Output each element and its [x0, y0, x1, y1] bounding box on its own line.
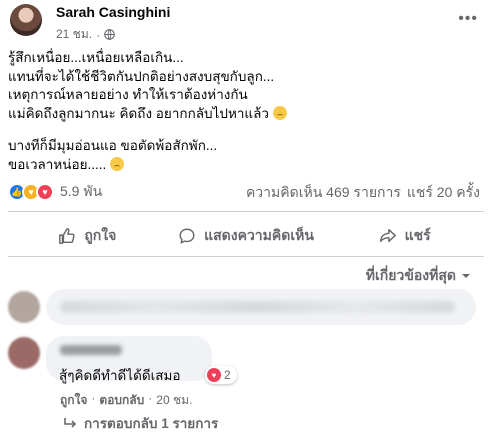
- comment-text: สู้ๆคิดดีทำดีได้ดีเสมอ: [59, 368, 181, 383]
- post-text: รู้สึกเหนื่อย...เหนื่อยเหลือเกิน... แทนท…: [8, 49, 478, 174]
- comment-reply-link[interactable]: ตอบกลับ: [99, 391, 144, 410]
- reaction-summary[interactable]: 👍 ♥ ♥ 5.9 พัน: [8, 181, 102, 203]
- post-line: แม่คิดถึงลูกมากนะ คิดถึง อยากกลับไปหาแล้…: [8, 105, 478, 124]
- author-name[interactable]: Sarah Casinghini: [56, 4, 170, 20]
- sad-emoji-icon: [272, 105, 287, 120]
- action-bar: ถูกใจ แสดงความคิดเห็น แชร์: [8, 218, 484, 254]
- comment-count[interactable]: ความคิดเห็น 469 รายการ: [246, 182, 401, 204]
- more-options-icon[interactable]: •••: [458, 10, 478, 28]
- post-stats: ความคิดเห็น 469 รายการ แชร์ 20 ครั้ง: [246, 182, 480, 204]
- post-line: บางทีก็มีมุมอ่อนแอ ขอตัดพ้อสักพัก...: [8, 138, 218, 153]
- share-count[interactable]: แชร์ 20 ครั้ง: [407, 182, 480, 204]
- chevron-down-icon: [462, 274, 470, 278]
- divider: [8, 256, 484, 257]
- commenter-name-blurred[interactable]: [60, 345, 122, 355]
- comment-button[interactable]: แสดงความคิดเห็น: [167, 218, 326, 254]
- view-replies-link[interactable]: การตอบกลับ 1 รายการ: [64, 412, 218, 434]
- sort-label: ที่เกี่ยวข้องที่สุด: [365, 267, 456, 283]
- commenter-avatar[interactable]: [8, 337, 40, 369]
- share-icon: [379, 228, 396, 243]
- comment-reaction-count: 2: [224, 368, 231, 382]
- separator-dot: ·: [96, 27, 101, 42]
- comment-time[interactable]: 20 ชม.: [156, 391, 192, 410]
- share-label: แชร์: [404, 227, 431, 243]
- comment-like-link[interactable]: ถูกใจ: [60, 391, 87, 410]
- facebook-post: Sarah Casinghini 21 ชม. · ••• รู้สึกเหนื…: [0, 0, 492, 441]
- comment-label: แสดงความคิดเห็น: [204, 227, 314, 243]
- post-line: แทนที่จะได้ใช้ชีวิตกันปกติอย่างสงบสุขกับ…: [8, 68, 275, 84]
- post-line: ขอเวลาหน่อย.....: [8, 156, 478, 175]
- love-reaction-icon: ♥: [36, 183, 54, 201]
- heart-icon: ♥: [207, 368, 221, 382]
- comment-icon: [179, 228, 195, 244]
- like-label: ถูกใจ: [84, 227, 117, 243]
- reply-arrow-icon: [64, 418, 77, 428]
- thumbs-up-icon: [59, 228, 76, 244]
- reaction-count: 5.9 พัน: [60, 183, 103, 199]
- separator-dot: ·: [148, 391, 153, 405]
- blurred-comment-text: [60, 301, 455, 313]
- post-line: เหตุการณ์หลายอย่าง ทำให้เราต้องห่างกัน: [8, 87, 248, 102]
- post-time[interactable]: 21 ชม.: [56, 25, 92, 44]
- comment-sort-dropdown[interactable]: ที่เกี่ยวข้องที่สุด: [366, 265, 472, 287]
- post-meta: 21 ชม. ·: [56, 25, 115, 44]
- author-avatar[interactable]: [10, 4, 42, 36]
- share-button[interactable]: แชร์: [325, 218, 484, 254]
- current-user-avatar[interactable]: [8, 291, 40, 323]
- like-button[interactable]: ถูกใจ: [8, 218, 167, 254]
- comment-reaction-badge[interactable]: ♥ 2: [205, 366, 237, 384]
- replies-label: การตอบกลับ 1 รายการ: [84, 416, 219, 431]
- comment-actions: ถูกใจ · ตอบกลับ · 20 ชม.: [60, 391, 192, 410]
- separator-dot: ·: [91, 391, 96, 405]
- divider: [8, 211, 484, 212]
- crying-emoji-icon: [110, 156, 125, 171]
- globe-icon: [104, 29, 115, 40]
- post-line: รู้สึกเหนื่อย...เหนื่อยเหลือเกิน...: [8, 50, 184, 65]
